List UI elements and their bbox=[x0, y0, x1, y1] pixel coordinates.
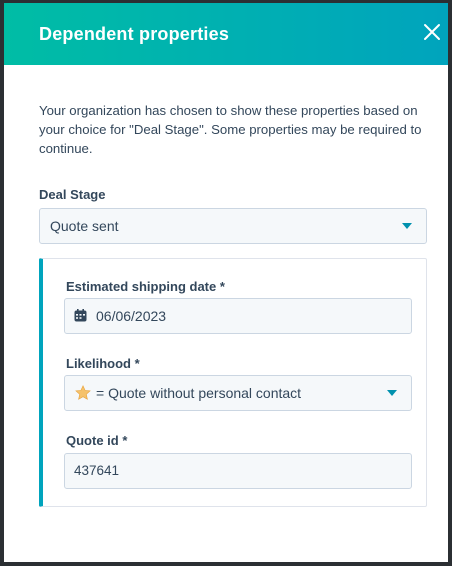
intro-text: Your organization has chosen to show the… bbox=[39, 103, 422, 156]
likelihood-label: Likelihood * bbox=[66, 356, 140, 371]
dependent-properties-dialog: Dependent properties Your organization h… bbox=[4, 3, 448, 562]
chevron-down-icon bbox=[402, 223, 412, 229]
likelihood-select[interactable]: = Quote without personal contact bbox=[64, 375, 412, 411]
quote-id-value: 437641 bbox=[74, 463, 120, 478]
deal-stage-value: Quote sent bbox=[50, 218, 119, 234]
shipping-date-field[interactable]: 06/06/2023 bbox=[64, 298, 412, 334]
shipping-date-value: 06/06/2023 bbox=[96, 308, 167, 324]
likelihood-value: = Quote without personal contact bbox=[96, 385, 302, 401]
deal-stage-select[interactable]: Quote sent bbox=[39, 208, 427, 244]
calendar-icon bbox=[74, 309, 87, 322]
quote-id-input[interactable]: 437641 bbox=[64, 453, 412, 489]
dependent-fields-panel: Estimated shipping date * 06/06/2023 Lik… bbox=[39, 258, 427, 507]
close-icon bbox=[424, 24, 440, 40]
close-button[interactable] bbox=[420, 20, 444, 44]
shipping-date-label: Estimated shipping date * bbox=[66, 279, 225, 294]
deal-stage-label: Deal Stage bbox=[39, 187, 106, 202]
quote-id-label: Quote id * bbox=[66, 433, 128, 448]
star-icon bbox=[75, 385, 91, 400]
dialog-title: Dependent properties bbox=[39, 24, 230, 44]
chevron-down-icon bbox=[387, 390, 397, 396]
dialog-header: Dependent properties bbox=[4, 3, 448, 65]
